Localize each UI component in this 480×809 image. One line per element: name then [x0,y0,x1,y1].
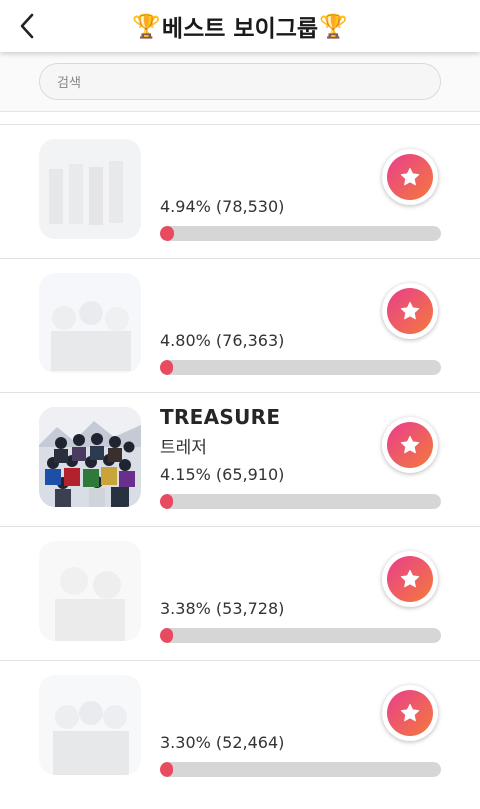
progress-bar [160,226,441,241]
chevron-left-icon [20,13,34,39]
list-item[interactable]: 3.38% (53,728) [0,526,480,660]
top-bar: 🏆 베스트 보이그룹 🏆 [0,0,480,52]
search-input[interactable]: 검색 [39,63,441,100]
progress-fill [160,628,173,643]
list-item[interactable]: TREASURE 트레저 4.15% (65,910) [0,392,480,526]
group-photo [39,407,141,507]
progress-fill [160,494,173,509]
search-area: 검색 [0,52,480,112]
star-icon [400,167,420,186]
vote-button[interactable] [382,551,438,607]
star-icon [400,703,420,722]
progress-fill [160,360,174,375]
vote-stats: 4.80% (76,363) [160,331,285,350]
group-photo [39,273,141,373]
page-title: 베스트 보이그룹 [161,16,319,42]
progress-bar [160,494,441,509]
vote-button[interactable] [382,417,438,473]
progress-bar [160,628,441,643]
group-name: TREASURE [160,405,281,429]
page-title-wrap: 🏆 베스트 보이그룹 🏆 [132,9,347,43]
group-photo [39,139,141,239]
group-photo [39,541,141,641]
trophy-icon: 🏆 [319,13,348,40]
vote-stats: 3.38% (53,728) [160,599,285,618]
back-button[interactable] [14,10,40,42]
trophy-icon: 🏆 [132,13,161,40]
vote-button[interactable] [382,149,438,205]
vote-stats: 4.15% (65,910) [160,465,285,484]
group-name-korean: 트레저 [160,438,207,458]
list-item[interactable]: 4.94% (78,530) [0,124,480,258]
vote-button[interactable] [382,283,438,339]
list-item[interactable]: 3.30% (52,464) [0,660,480,794]
progress-fill [160,226,174,241]
vote-stats: 4.94% (78,530) [160,197,285,216]
progress-bar [160,762,441,777]
vote-button[interactable] [382,685,438,741]
ranking-list: 4.94% (78,530) 4.80% (76,363) TREASURE 트… [0,124,480,794]
progress-fill [160,762,173,777]
group-photo [39,675,141,775]
vote-stats: 3.30% (52,464) [160,733,285,752]
star-icon [400,435,420,454]
star-icon [400,301,420,320]
progress-bar [160,360,441,375]
star-icon [400,569,420,588]
list-item[interactable]: 4.80% (76,363) [0,258,480,392]
